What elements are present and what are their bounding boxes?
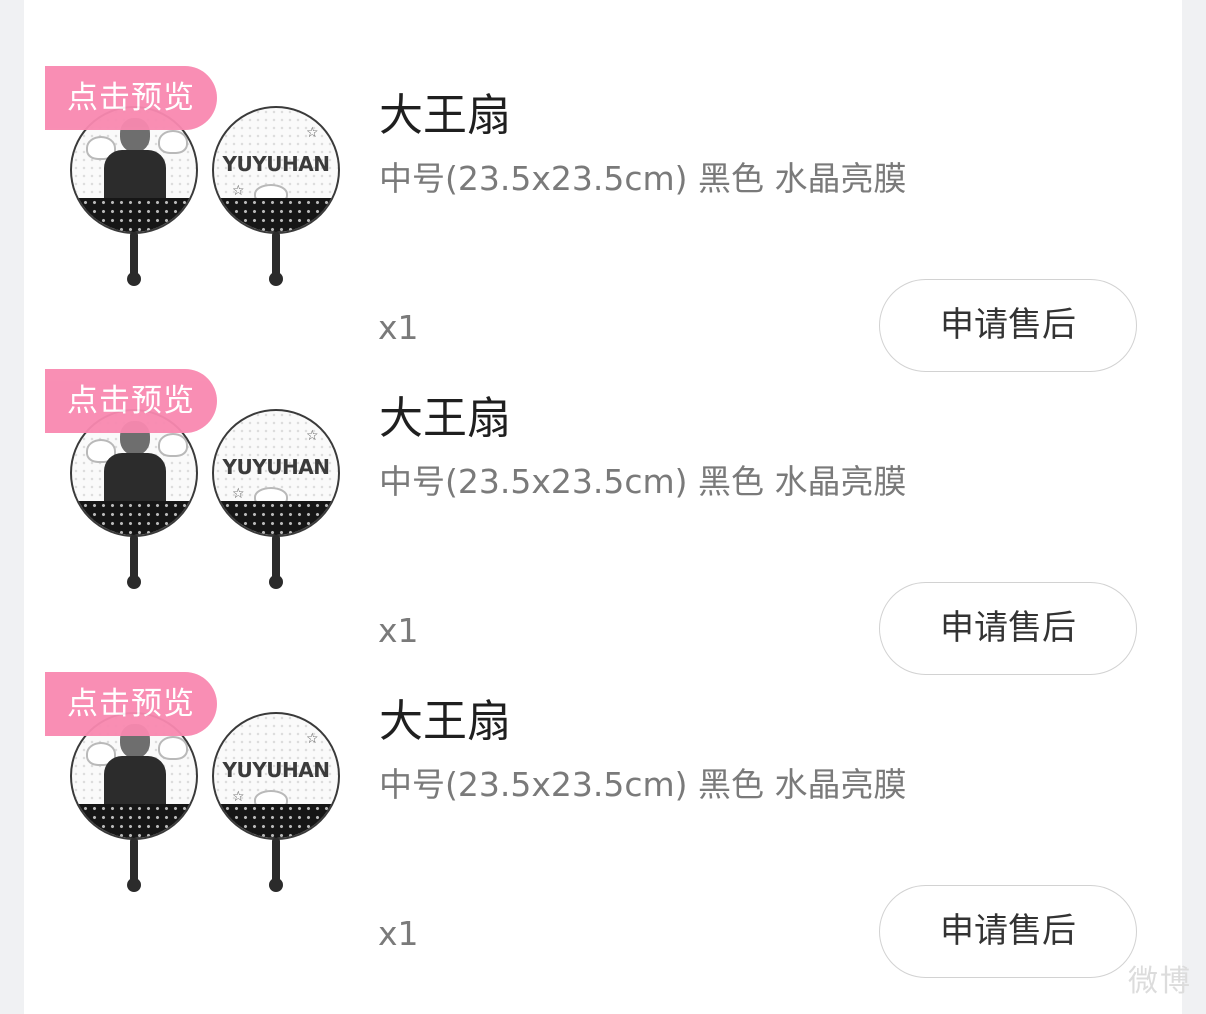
fan-brand-text: YUYUHAN	[222, 152, 330, 176]
product-quantity: x1	[378, 914, 419, 953]
product-spec: 中号(23.5x23.5cm) 黑色 水晶亮膜	[379, 159, 907, 198]
star-icon: ☆	[306, 731, 319, 747]
preview-tag[interactable]: 点击预览	[45, 672, 217, 736]
product-title: 大王扇	[379, 696, 511, 747]
member-photo	[102, 421, 166, 509]
preview-tag[interactable]: 点击预览	[45, 369, 217, 433]
product-spec: 中号(23.5x23.5cm) 黑色 水晶亮膜	[379, 462, 907, 501]
product-spec: 中号(23.5x23.5cm) 黑色 水晶亮膜	[379, 765, 907, 804]
order-item: ☆ ☆ YUYUHAN 点击预览 大王扇 中号(23.5x23.5cm) 黑色 …	[24, 606, 1182, 978]
watermark: 微博	[1128, 964, 1192, 999]
member-photo	[102, 118, 166, 206]
fan-logo-side: ☆ ☆ YUYUHAN	[212, 409, 340, 537]
star-icon: ☆	[306, 125, 319, 141]
fan-logo-side: ☆ ☆ YUYUHAN	[212, 712, 340, 840]
star-icon: ☆	[232, 486, 245, 502]
order-item: ☆ ☆ YUYUHAN 点击预览 大王扇 中号(23.5x23.5cm) 黑色 …	[24, 303, 1182, 675]
star-icon: ☆	[232, 789, 245, 805]
star-icon: ☆	[306, 428, 319, 444]
product-title: 大王扇	[379, 393, 511, 444]
order-item: ☆ ☆ YUYUHAN 点击预览 大王扇 中号(23.5x23.5cm) 黑色 …	[24, 0, 1182, 372]
after-sale-button[interactable]: 申请售后	[879, 885, 1137, 978]
fan-brand-text: YUYUHAN	[222, 455, 330, 479]
order-items-card: ☆ ☆ YUYUHAN 点击预览 大王扇 中号(23.5x23.5cm) 黑色 …	[24, 0, 1182, 1014]
star-icon: ☆	[232, 183, 245, 199]
fan-brand-text: YUYUHAN	[222, 758, 330, 782]
preview-tag[interactable]: 点击预览	[45, 66, 217, 130]
product-title: 大王扇	[379, 90, 511, 141]
member-photo	[102, 724, 166, 812]
fan-logo-side: ☆ ☆ YUYUHAN	[212, 106, 340, 234]
